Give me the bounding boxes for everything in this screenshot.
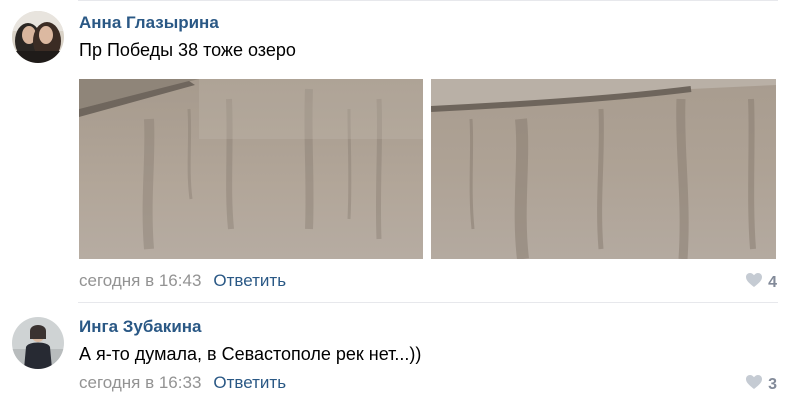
author-name[interactable]: Анна Глазырина xyxy=(79,13,219,33)
comment-meta: сегодня в 16:43 Ответить xyxy=(79,271,286,291)
reply-button[interactable]: Ответить xyxy=(213,271,286,290)
comment-meta: сегодня в 16:33 Ответить xyxy=(79,373,286,393)
author-name[interactable]: Инга Зубакина xyxy=(79,317,202,337)
comment-item: Инга Зубакина А я-то думала, в Севастопо… xyxy=(0,303,795,417)
comment-date[interactable]: сегодня в 16:43 xyxy=(79,271,201,290)
comment-item: Анна Глазырина Пр Победы 38 тоже озеро с… xyxy=(0,0,795,303)
avatar[interactable] xyxy=(12,317,64,369)
like-count: 4 xyxy=(768,273,777,291)
heart-icon xyxy=(745,374,763,395)
heart-icon xyxy=(745,272,763,293)
like-count: 3 xyxy=(768,375,777,393)
photo-attachment-2[interactable] xyxy=(431,79,776,259)
reply-button[interactable]: Ответить xyxy=(213,373,286,392)
like-button[interactable]: 4 xyxy=(745,272,777,293)
avatar[interactable] xyxy=(12,11,64,63)
comment-date[interactable]: сегодня в 16:33 xyxy=(79,373,201,392)
comment-text: Пр Победы 38 тоже озеро xyxy=(79,40,296,60)
like-button[interactable]: 3 xyxy=(745,374,777,395)
comment-text: А я-то думала, в Севастополе рек нет...)… xyxy=(79,344,422,364)
photo-attachment-1[interactable] xyxy=(79,79,423,259)
